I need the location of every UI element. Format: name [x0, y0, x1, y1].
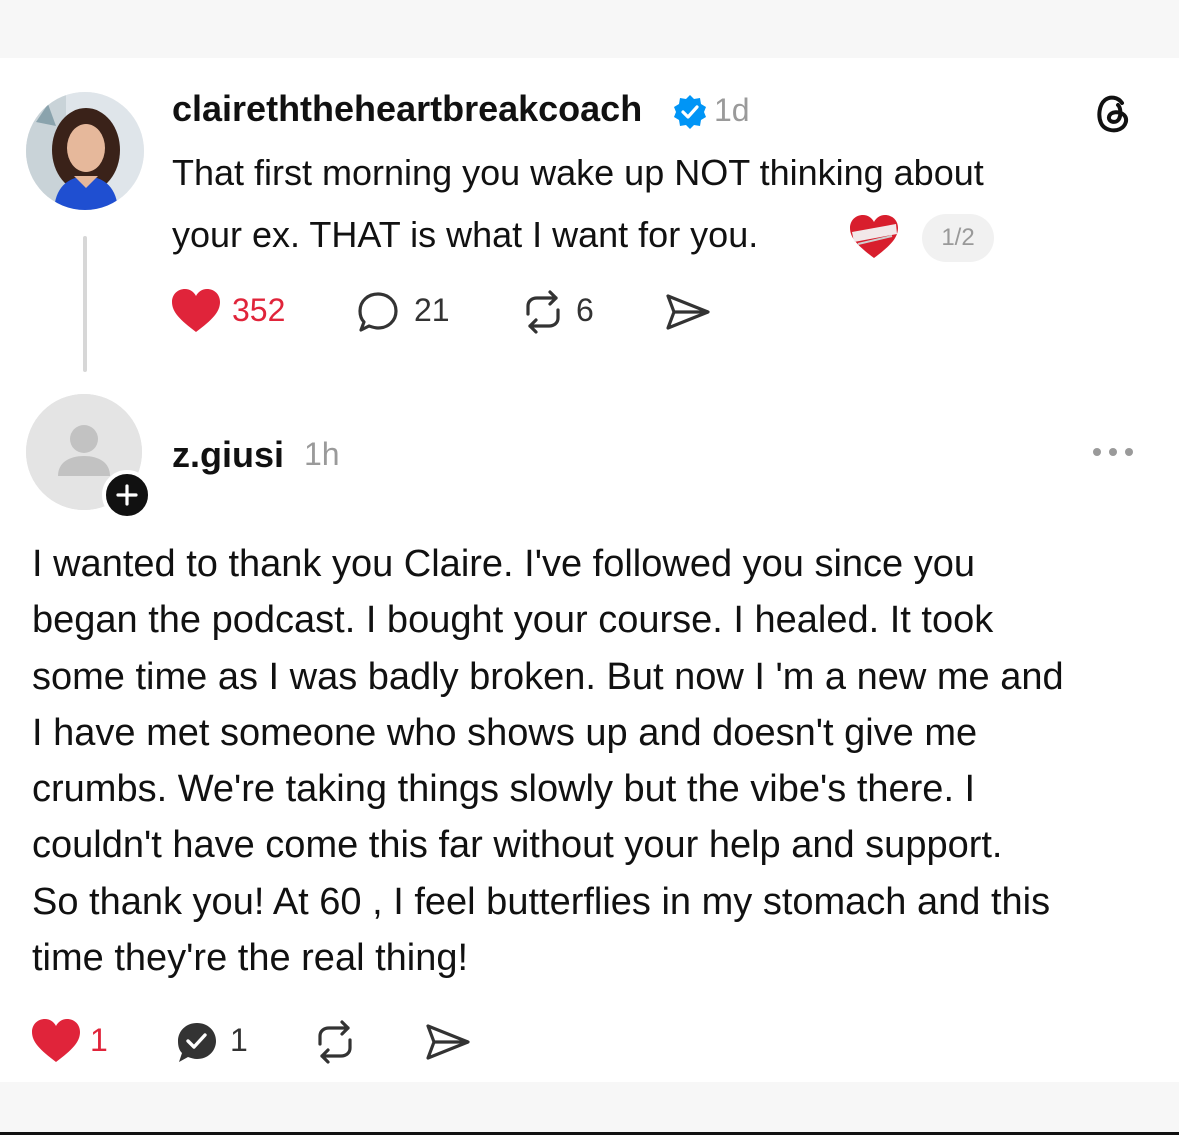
- reply-time: 1h: [304, 436, 340, 472]
- reply-reply-count: 1: [230, 1022, 248, 1058]
- plus-icon: [116, 484, 138, 506]
- follow-button[interactable]: [102, 470, 152, 520]
- comment-bubble-icon[interactable]: [356, 290, 400, 334]
- reply-username[interactable]: z.giusi: [172, 434, 284, 476]
- thread-page-indicator[interactable]: 1/2: [922, 214, 994, 262]
- post-username[interactable]: claireththeheartbreakcoach: [172, 88, 642, 130]
- reply-text-line: time they're the real thing!: [32, 937, 469, 980]
- post-text-line-2: your ex. THAT is what I want for you.: [172, 214, 759, 255]
- reply-text-line: So thank you! At 60 , I feel butterflies…: [32, 880, 1051, 923]
- comment-bubble-icon[interactable]: [174, 1020, 220, 1066]
- thread-connector-line: [83, 236, 87, 372]
- reply-text-line: couldn't have come this far without your…: [32, 824, 1003, 867]
- author-avatar[interactable]: [26, 92, 144, 210]
- post-reply-count: 21: [414, 292, 450, 328]
- reply-text-line: some time as I was badly broken. But now…: [32, 655, 1064, 698]
- heart-icon[interactable]: [30, 1018, 82, 1064]
- mending-heart-emoji: [850, 215, 898, 258]
- post-like-count: 352: [232, 292, 286, 328]
- heart-icon[interactable]: [170, 288, 222, 334]
- reply-text: I wanted to thank you Claire. I've follo…: [32, 536, 1162, 986]
- post-repost-count: 6: [576, 292, 594, 328]
- post-text-line-1: That first morning you wake up NOT think…: [172, 152, 984, 193]
- send-icon[interactable]: [424, 1022, 472, 1062]
- send-icon[interactable]: [664, 292, 712, 332]
- threads-logo-icon[interactable]: [1090, 90, 1136, 136]
- more-dots-icon[interactable]: [1090, 444, 1136, 460]
- reply-text-line: I wanted to thank you Claire. I've follo…: [32, 543, 976, 585]
- repost-icon[interactable]: [312, 1020, 358, 1064]
- reply-text-line: I have met someone who shows up and does…: [32, 711, 978, 754]
- reply-like-count: 1: [90, 1022, 108, 1058]
- reply-text-line: crumbs. We're taking things slowly but t…: [32, 768, 976, 811]
- reply-text-line: began the podcast. I bought your course.…: [32, 599, 994, 642]
- post-time: 1d: [714, 92, 750, 128]
- repost-icon[interactable]: [520, 290, 566, 334]
- verified-badge-icon: [674, 95, 706, 129]
